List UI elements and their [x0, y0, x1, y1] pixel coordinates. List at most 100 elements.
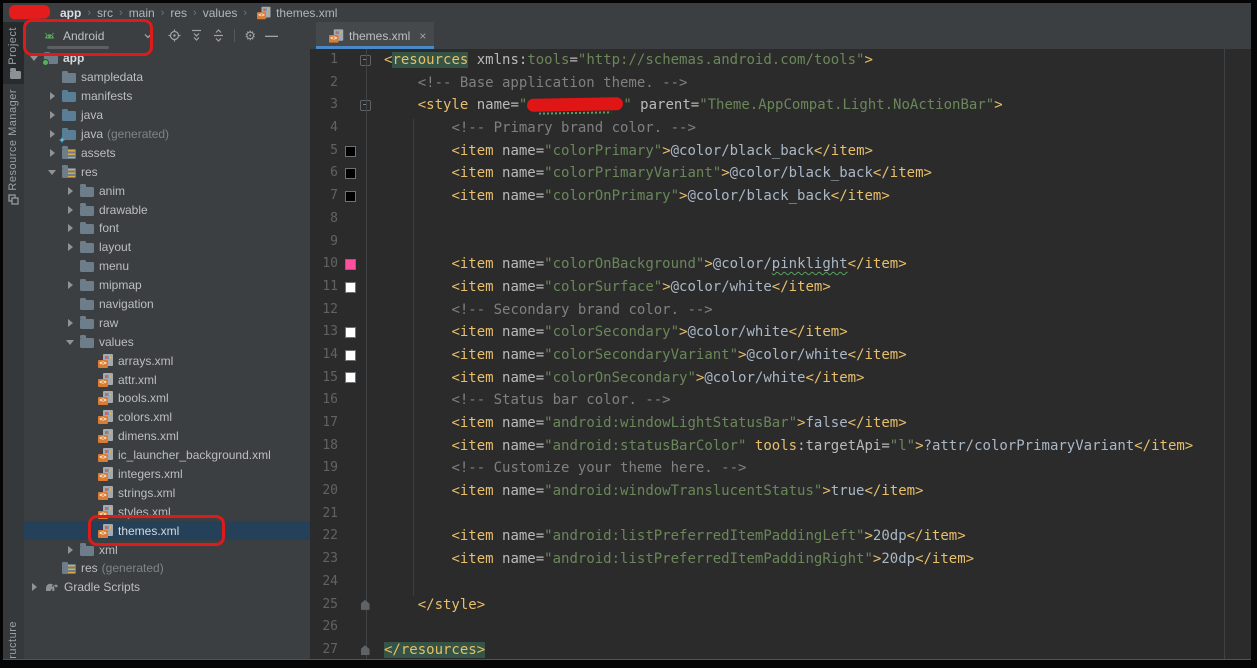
- code-line-18[interactable]: 18 <item name="android:statusBarColor" t…: [310, 435, 1251, 458]
- code-line-8[interactable]: 8: [310, 208, 1251, 231]
- locate-file-icon[interactable]: [168, 29, 181, 42]
- code-line-27[interactable]: 27</resources>: [310, 639, 1251, 659]
- color-swatch[interactable]: [345, 146, 356, 157]
- fold-end-icon[interactable]: [361, 645, 370, 655]
- tool-button-project[interactable]: Project: [3, 22, 24, 84]
- tree-item-res[interactable]: res(generated): [24, 559, 310, 578]
- collapse-all-icon[interactable]: [212, 29, 225, 42]
- tree-item-xml[interactable]: xml: [24, 540, 310, 559]
- tree-item-menu[interactable]: menu: [24, 257, 310, 276]
- chevron-right-icon[interactable]: [66, 280, 76, 290]
- tree-item-styles-xml[interactable]: <>styles.xml: [24, 502, 310, 521]
- tree-item-dimens-xml[interactable]: <>dimens.xml: [24, 427, 310, 446]
- chevron-right-icon[interactable]: [66, 318, 76, 328]
- breadcrumb-item-main[interactable]: main: [127, 6, 157, 20]
- tree-item-mipmap[interactable]: mipmap: [24, 276, 310, 295]
- chevron-right-icon[interactable]: [48, 91, 58, 101]
- code-line-25[interactable]: 25 </style>: [310, 594, 1251, 617]
- tree-item-themes-xml[interactable]: <>themes.xml: [24, 521, 310, 540]
- chevron-down-icon[interactable]: [48, 167, 58, 177]
- color-swatch[interactable]: [345, 372, 356, 383]
- code-line-24[interactable]: 24: [310, 571, 1251, 594]
- code-line-2[interactable]: 2 <!-- Base application theme. -->: [310, 72, 1251, 95]
- color-swatch[interactable]: [345, 350, 356, 361]
- code-line-19[interactable]: 19 <!-- Customize your theme here. -->: [310, 457, 1251, 480]
- code-editor[interactable]: 1−<resources xmlns:tools="http://schemas…: [310, 49, 1251, 659]
- chevron-right-icon[interactable]: [66, 205, 76, 215]
- code-line-16[interactable]: 16 <!-- Status bar color. -->: [310, 389, 1251, 412]
- code-line-20[interactable]: 20 <item name="android:windowTranslucent…: [310, 480, 1251, 503]
- tree-item-java[interactable]: java(generated): [24, 125, 310, 144]
- code-line-26[interactable]: 26: [310, 616, 1251, 639]
- view-selector-label[interactable]: Android: [63, 29, 104, 43]
- tree-item-sampledata[interactable]: sampledata: [24, 68, 310, 87]
- code-line-21[interactable]: 21: [310, 503, 1251, 526]
- code-line-14[interactable]: 14 <item name="colorSecondaryVariant">@c…: [310, 344, 1251, 367]
- gear-icon[interactable]: ⚙: [244, 29, 256, 42]
- chevron-right-icon[interactable]: [66, 223, 76, 233]
- hide-panel-icon[interactable]: —: [265, 29, 278, 42]
- code-line-10[interactable]: 10 <item name="colorOnBackground">@color…: [310, 253, 1251, 276]
- code-line-7[interactable]: 7 <item name="colorOnPrimary">@color/bla…: [310, 185, 1251, 208]
- tree-item-res[interactable]: res: [24, 162, 310, 181]
- tree-item-assets[interactable]: assets: [24, 143, 310, 162]
- chevron-down-icon[interactable]: [142, 30, 154, 42]
- fold-start-icon[interactable]: −: [360, 55, 371, 66]
- code-line-11[interactable]: 11 <item name="colorSurface">@color/whit…: [310, 276, 1251, 299]
- color-swatch[interactable]: [345, 191, 356, 202]
- chevron-down-icon[interactable]: [66, 337, 76, 347]
- tree-item-font[interactable]: font: [24, 219, 310, 238]
- tab-themes-xml[interactable]: <>themes.xml×: [316, 22, 434, 49]
- tree-item-navigation[interactable]: navigation: [24, 295, 310, 314]
- breadcrumb-item-app[interactable]: app: [58, 6, 83, 20]
- color-swatch[interactable]: [345, 259, 356, 270]
- code-line-17[interactable]: 17 <item name="android:windowLightStatus…: [310, 412, 1251, 435]
- code-line-4[interactable]: 4 <!-- Primary brand color. -->: [310, 117, 1251, 140]
- color-swatch[interactable]: [345, 327, 356, 338]
- chevron-right-icon[interactable]: [66, 545, 76, 555]
- tree-item-integers-xml[interactable]: <>integers.xml: [24, 465, 310, 484]
- breadcrumb-item-themes-xml[interactable]: <>themes.xml: [251, 6, 339, 20]
- tree-item-strings-xml[interactable]: <>strings.xml: [24, 483, 310, 502]
- tree-item-bools-xml[interactable]: <>bools.xml: [24, 389, 310, 408]
- tree-item-colors-xml[interactable]: <>colors.xml: [24, 408, 310, 427]
- code-line-9[interactable]: 9: [310, 231, 1251, 254]
- tool-button-structure[interactable]: ructure: [3, 616, 24, 659]
- chevron-right-icon[interactable]: [48, 148, 58, 158]
- color-swatch[interactable]: [345, 168, 356, 179]
- chevron-right-icon[interactable]: [48, 129, 58, 139]
- code-line-22[interactable]: 22 <item name="android:listPreferredItem…: [310, 525, 1251, 548]
- breadcrumb-item-values[interactable]: values: [201, 6, 240, 20]
- breadcrumb-item-src[interactable]: src: [95, 6, 115, 20]
- tree-item-arrays-xml[interactable]: <>arrays.xml: [24, 351, 310, 370]
- code-line-12[interactable]: 12 <!-- Secondary brand color. -->: [310, 299, 1251, 322]
- tree-item-values[interactable]: values: [24, 332, 310, 351]
- color-swatch[interactable]: [345, 282, 356, 293]
- tree-item-attr-xml[interactable]: <>attr.xml: [24, 370, 310, 389]
- tree-item-manifests[interactable]: manifests: [24, 87, 310, 106]
- tree-item-layout[interactable]: layout: [24, 238, 310, 257]
- code-line-3[interactable]: 3− <style name="" parent="Theme.AppCompa…: [310, 94, 1251, 117]
- fold-start-icon[interactable]: −: [360, 100, 371, 111]
- chevron-right-icon[interactable]: [66, 242, 76, 252]
- tree-item-drawable[interactable]: drawable: [24, 200, 310, 219]
- code-line-1[interactable]: 1−<resources xmlns:tools="http://schemas…: [310, 49, 1251, 72]
- tree-item-raw[interactable]: raw: [24, 313, 310, 332]
- code-line-23[interactable]: 23 <item name="android:listPreferredItem…: [310, 548, 1251, 571]
- tree-item-anim[interactable]: anim: [24, 181, 310, 200]
- tree-item-java[interactable]: java: [24, 106, 310, 125]
- expand-all-icon[interactable]: [190, 29, 203, 42]
- code-line-6[interactable]: 6 <item name="colorPrimaryVariant">@colo…: [310, 162, 1251, 185]
- tool-button-resource-manager[interactable]: Resource Manager: [3, 84, 24, 211]
- code-line-13[interactable]: 13 <item name="colorSecondary">@color/wh…: [310, 321, 1251, 344]
- close-tab-icon[interactable]: ×: [419, 29, 426, 43]
- chevron-right-icon[interactable]: [66, 186, 76, 196]
- chevron-down-icon[interactable]: [30, 53, 40, 63]
- tree-item-ic_launcher_background-xml[interactable]: <>ic_launcher_background.xml: [24, 446, 310, 465]
- fold-end-icon[interactable]: [361, 600, 370, 610]
- code-line-5[interactable]: 5 <item name="colorPrimary">@color/black…: [310, 140, 1251, 163]
- breadcrumb-item-res[interactable]: res: [168, 6, 189, 20]
- chevron-right-icon[interactable]: [48, 110, 58, 120]
- tree-item-app[interactable]: app: [24, 49, 310, 68]
- chevron-right-icon[interactable]: [30, 582, 40, 592]
